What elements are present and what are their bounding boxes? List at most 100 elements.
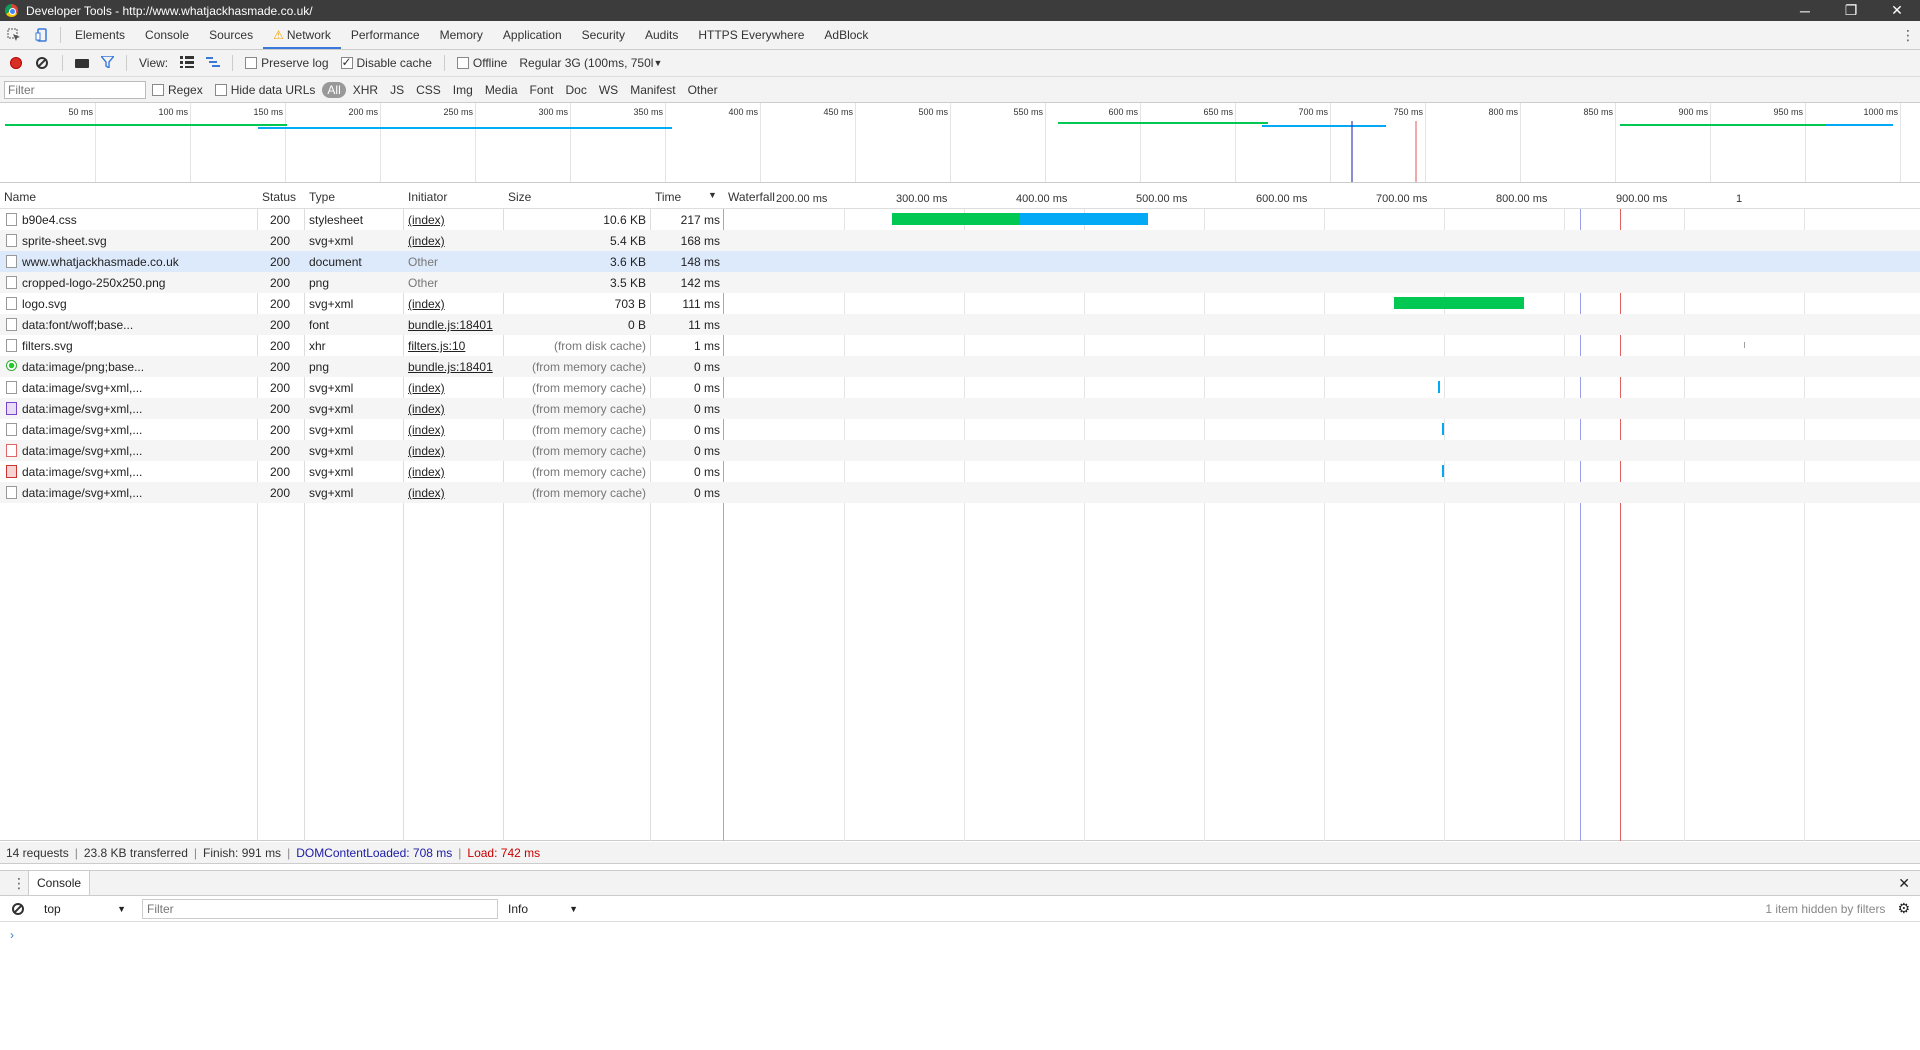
cell-initiator[interactable]: (index) — [408, 297, 503, 311]
hide-data-urls-checkbox[interactable]: Hide data URLs — [214, 83, 315, 97]
cell-initiator[interactable]: bundle.js:18401 — [408, 360, 503, 374]
header-type[interactable]: Type — [309, 190, 335, 204]
table-row[interactable]: data:font/woff;base... 200 font bundle.js:1… — [0, 314, 1920, 335]
overview-icon[interactable] — [206, 56, 221, 71]
table-row[interactable]: logo.svg 200 svg+xml (index) 703 B 111 ms — [0, 293, 1920, 314]
tab-elements[interactable]: Elements — [65, 21, 135, 49]
table-row[interactable]: data:image/svg+xml,... 200 svg+xml (index) (… — [0, 461, 1920, 482]
table-row[interactable]: data:image/svg+xml,... 200 svg+xml (index) (… — [0, 440, 1920, 461]
table-row[interactable]: data:image/svg+xml,... 200 svg+xml (index) (… — [0, 419, 1920, 440]
filter-type-xhr[interactable]: XHR — [348, 82, 383, 98]
cell-type: svg+xml — [309, 465, 354, 479]
disable-cache-checkbox[interactable]: Disable cache — [340, 55, 432, 70]
clear-icon[interactable] — [36, 57, 48, 69]
filter-type-all[interactable]: All — [322, 81, 346, 98]
header-time[interactable]: Time — [655, 190, 681, 204]
record-icon[interactable] — [10, 57, 22, 69]
table-row[interactable]: b90e4.css 200 stylesheet (index) 10.6 KB 217 … — [0, 209, 1920, 230]
cell-initiator[interactable]: (index) — [408, 234, 503, 248]
filter-type-ws[interactable]: WS — [594, 82, 623, 98]
filter-type-doc[interactable]: Doc — [561, 82, 592, 98]
cell-time: 217 ms — [680, 213, 720, 227]
filter-type-js[interactable]: JS — [385, 82, 409, 98]
capture-screenshots-icon[interactable] — [75, 58, 89, 68]
cell-initiator[interactable]: (index) — [408, 465, 503, 479]
checkbox-box[interactable] — [245, 57, 258, 69]
filter-icon[interactable] — [99, 54, 116, 71]
checkbox-box[interactable] — [214, 83, 227, 96]
filter-type-manifest[interactable]: Manifest — [625, 82, 680, 98]
table-row[interactable]: data:image/svg+xml,... 200 svg+xml (index) (… — [0, 377, 1920, 398]
table-row[interactable]: www.whatjackhasmade.co.uk 200 document Othe… — [0, 251, 1920, 272]
cell-initiator[interactable]: (index) — [408, 444, 503, 458]
tab-audits[interactable]: Audits — [635, 21, 688, 49]
filter-type-img[interactable]: Img — [448, 82, 478, 98]
close-drawer-icon[interactable]: ✕ — [1898, 875, 1910, 892]
header-initiator[interactable]: Initiator — [408, 190, 447, 204]
tab-console[interactable]: Console — [135, 21, 199, 49]
table-row[interactable]: data:image/svg+xml,... 200 svg+xml (index) (… — [0, 482, 1920, 503]
request-rows: b90e4.css 200 stylesheet (index) 10.6 KB 217 … — [0, 209, 1920, 503]
filter-type-font[interactable]: Font — [525, 82, 559, 98]
cell-status: 200 — [270, 360, 291, 374]
cell-initiator[interactable]: bundle.js:18401 — [408, 318, 503, 332]
tab-adblock[interactable]: AdBlock — [814, 21, 878, 49]
maximize-button[interactable]: ❐ — [1828, 2, 1874, 19]
table-row[interactable]: sprite-sheet.svg 200 svg+xml (index) 5.4 KB 1… — [0, 230, 1920, 251]
filter-type-media[interactable]: Media — [480, 82, 523, 98]
cell-time: 0 ms — [693, 402, 720, 416]
console-prompt[interactable]: › — [10, 928, 14, 942]
tab-sources[interactable]: Sources — [199, 21, 263, 49]
tab-network[interactable]: ⚠ Network — [263, 21, 341, 49]
console-filter-input[interactable] — [142, 898, 498, 919]
cell-initiator[interactable]: (index) — [408, 381, 503, 395]
log-level-value: Info — [508, 901, 529, 916]
cell-name: sprite-sheet.svg — [22, 234, 107, 248]
drawer-tab-console[interactable]: Console — [28, 871, 91, 895]
header-waterfall[interactable]: Waterfall — [728, 190, 775, 204]
inspect-element-icon[interactable] — [0, 21, 28, 49]
sort-desc-icon[interactable]: ▼ — [708, 190, 717, 200]
cell-initiator[interactable]: (index) — [408, 423, 503, 437]
network-overview[interactable]: 50 ms 100 ms 150 ms 200 ms 250 ms 300 ms 350 m… — [0, 103, 1920, 183]
tab-security[interactable]: Security — [572, 21, 635, 49]
table-row[interactable]: filters.svg 200 xhr filters.js:10 (from disk… — [0, 335, 1920, 356]
drawer-menu-icon[interactable]: ⋮ — [12, 875, 26, 892]
filter-type-css[interactable]: CSS — [411, 82, 446, 98]
checkbox-box[interactable] — [152, 83, 164, 96]
header-size[interactable]: Size — [508, 190, 531, 204]
large-rows-icon[interactable] — [180, 55, 195, 71]
cell-initiator[interactable]: filters.js:10 — [408, 339, 503, 353]
filter-input[interactable] — [4, 80, 146, 99]
cell-size: (from memory cache) — [531, 423, 646, 437]
close-window-button[interactable]: ✕ — [1874, 2, 1920, 19]
table-row[interactable]: data:image/svg+xml,... 200 svg+xml (index) (… — [0, 398, 1920, 419]
table-row[interactable]: cropped-logo-250x250.png 200 png Other 3.5 K… — [0, 272, 1920, 293]
more-options-icon[interactable]: ⋮ — [1896, 27, 1920, 44]
offline-checkbox[interactable]: Offline — [456, 56, 507, 70]
filter-type-other[interactable]: Other — [683, 82, 723, 98]
checkbox-box[interactable] — [340, 55, 353, 69]
tab-performance[interactable]: Performance — [341, 21, 430, 49]
table-row[interactable]: data:image/png;base... 200 png bundle.js:18… — [0, 356, 1920, 377]
tab-https-everywhere[interactable]: HTTPS Everywhere — [688, 21, 814, 49]
cell-status: 200 — [270, 276, 291, 290]
console-settings-icon[interactable]: ⚙ — [1897, 900, 1910, 917]
device-toolbar-icon[interactable] — [28, 21, 56, 49]
preserve-log-checkbox[interactable]: Preserve log — [245, 56, 329, 70]
tab-memory[interactable]: Memory — [430, 21, 493, 49]
header-name[interactable]: Name — [4, 190, 36, 204]
cell-initiator[interactable]: (index) — [408, 213, 503, 227]
minimize-button[interactable]: ─ — [1782, 3, 1828, 19]
cell-initiator[interactable]: (index) — [408, 402, 503, 416]
header-status[interactable]: Status — [262, 190, 296, 204]
log-level-select[interactable]: Info ▼ — [504, 899, 582, 919]
checkbox-box[interactable] — [456, 57, 469, 69]
context-select[interactable]: top ▼ — [40, 899, 130, 919]
clear-console-icon[interactable] — [12, 902, 24, 915]
cell-initiator[interactable]: (index) — [408, 486, 503, 500]
regex-checkbox[interactable]: Regex — [152, 83, 203, 97]
tab-application[interactable]: Application — [493, 21, 572, 49]
cell-status: 200 — [270, 465, 291, 479]
throttling-select[interactable]: Regular 3G (100ms, 750l ▼ — [519, 56, 662, 70]
